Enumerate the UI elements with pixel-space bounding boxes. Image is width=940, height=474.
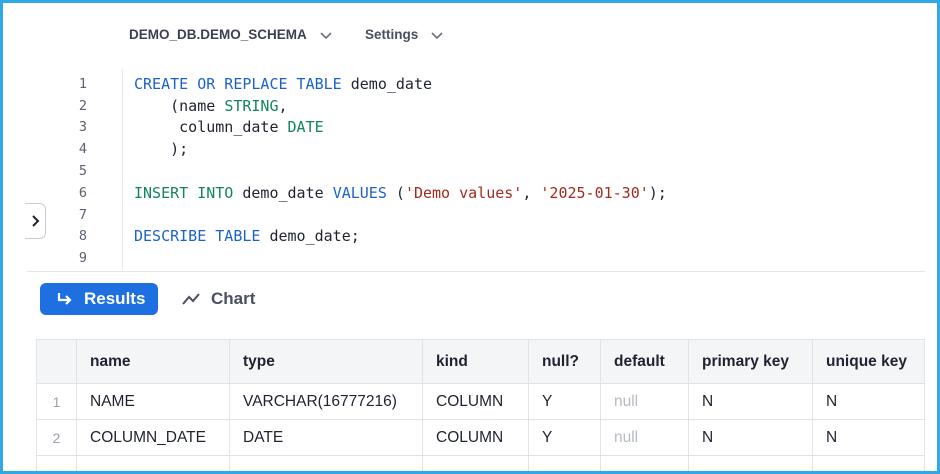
- code-line-8: DESCRIBE TABLE demo_date;: [134, 227, 360, 248]
- table-cell[interactable]: Y: [528, 419, 601, 456]
- table-cell[interactable]: null: [600, 419, 689, 456]
- app-frame: DEMO_DB.DEMO_SCHEMA Settings 1 2 3 4 5 6…: [0, 0, 940, 474]
- code-identifier: demo_date: [233, 184, 333, 202]
- code-line-2: (name STRING,: [134, 97, 288, 118]
- line-number: 2: [78, 98, 87, 114]
- return-arrow-icon: [57, 293, 72, 305]
- table-row[interactable]: 1 NAME VARCHAR(16777216) COLUMN Y null N…: [36, 383, 925, 420]
- empty-cell: [812, 455, 925, 471]
- line-number: 4: [78, 141, 87, 157]
- line-number: 9: [78, 250, 87, 266]
- code-text: );: [134, 140, 189, 158]
- line-number: 5: [78, 163, 87, 179]
- results-tab[interactable]: Results: [40, 283, 158, 315]
- code-type: DATE: [287, 118, 324, 136]
- schema-label: DEMO_DB.DEMO_SCHEMA: [129, 27, 307, 42]
- line-number: 1: [78, 76, 87, 92]
- line-chart-icon: [182, 293, 200, 305]
- code-type: STRING: [224, 97, 279, 115]
- chevron-right-icon: [32, 215, 40, 227]
- code-text: ,: [278, 97, 288, 115]
- empty-cell: [688, 455, 813, 471]
- row-index-header: [36, 339, 77, 384]
- side-panel-toggle[interactable]: [25, 203, 46, 239]
- row-index: 1: [36, 383, 77, 420]
- empty-cell: [229, 455, 423, 471]
- table-cell[interactable]: null: [600, 383, 689, 420]
- table-row[interactable]: 2 COLUMN_DATE DATE COLUMN Y null N N: [36, 419, 925, 456]
- column-header[interactable]: name: [76, 339, 230, 384]
- table-cell[interactable]: N: [688, 419, 813, 456]
- chevron-down-icon: [320, 31, 332, 39]
- code-text: ,: [522, 184, 541, 202]
- table-cell[interactable]: NAME: [76, 383, 230, 420]
- empty-cell: [600, 455, 689, 471]
- settings-menu[interactable]: Settings: [365, 27, 444, 42]
- column-header[interactable]: primary key: [688, 339, 813, 384]
- table-cell[interactable]: N: [812, 419, 925, 456]
- table-cell[interactable]: COLUMN: [422, 383, 529, 420]
- table-cell[interactable]: N: [812, 383, 925, 420]
- code-keyword: CREATE OR REPLACE TABLE: [134, 75, 342, 93]
- table-cell[interactable]: COLUMN_DATE: [76, 419, 230, 456]
- code-text: (name: [134, 97, 225, 115]
- sql-editor[interactable]: 1 2 3 4 5 6 7 8 9 CREATE OR REPLACE TABL…: [3, 69, 937, 269]
- empty-cell: [528, 455, 601, 471]
- code-identifier: demo_date;: [260, 227, 360, 245]
- code-keyword: DESCRIBE TABLE: [134, 227, 261, 245]
- empty-cell: [422, 455, 529, 471]
- column-header[interactable]: default: [600, 339, 689, 384]
- line-number: 7: [78, 207, 87, 223]
- code-line-6: INSERT INTO demo_date VALUES ('Demo valu…: [134, 184, 667, 205]
- code-line-1: CREATE OR REPLACE TABLE demo_date: [134, 75, 432, 96]
- row-index: 2: [36, 419, 77, 456]
- code-line-4: );: [134, 140, 188, 161]
- code-text: (: [386, 184, 405, 202]
- top-bar: DEMO_DB.DEMO_SCHEMA Settings: [3, 3, 937, 65]
- code-text: column_date: [134, 118, 288, 136]
- code-keyword: VALUES: [332, 184, 387, 202]
- column-header[interactable]: type: [229, 339, 423, 384]
- empty-cell: [36, 455, 77, 471]
- line-number: 3: [78, 119, 87, 135]
- code-string: '2025-01-30': [540, 184, 649, 202]
- results-tab-label: Results: [84, 289, 146, 308]
- column-header[interactable]: unique key: [812, 339, 925, 384]
- line-number: 8: [78, 228, 87, 244]
- schema-selector[interactable]: DEMO_DB.DEMO_SCHEMA: [129, 27, 333, 42]
- editor-results-divider: [27, 271, 925, 272]
- chart-tab[interactable]: Chart: [181, 283, 255, 315]
- code-identifier: demo_date: [341, 75, 433, 93]
- table-row-empty: [36, 455, 925, 471]
- table-header-row: name type kind null? default primary key…: [36, 339, 925, 384]
- table-cell[interactable]: VARCHAR(16777216): [229, 383, 423, 420]
- table-cell[interactable]: COLUMN: [422, 419, 529, 456]
- code-line-3: column_date DATE: [134, 118, 324, 139]
- code-string: 'Demo values': [404, 184, 523, 202]
- column-header[interactable]: null?: [528, 339, 601, 384]
- code-keyword: INSERT INTO: [134, 184, 234, 202]
- chevron-down-icon: [431, 31, 443, 39]
- results-table: name type kind null? default primary key…: [36, 339, 925, 471]
- code-text: );: [648, 184, 667, 202]
- chart-tab-label: Chart: [211, 289, 256, 308]
- column-header[interactable]: kind: [422, 339, 529, 384]
- line-number: 6: [78, 185, 87, 201]
- settings-label: Settings: [365, 27, 419, 42]
- table-cell[interactable]: N: [688, 383, 813, 420]
- empty-cell: [76, 455, 230, 471]
- table-cell[interactable]: Y: [528, 383, 601, 420]
- table-cell[interactable]: DATE: [229, 419, 423, 456]
